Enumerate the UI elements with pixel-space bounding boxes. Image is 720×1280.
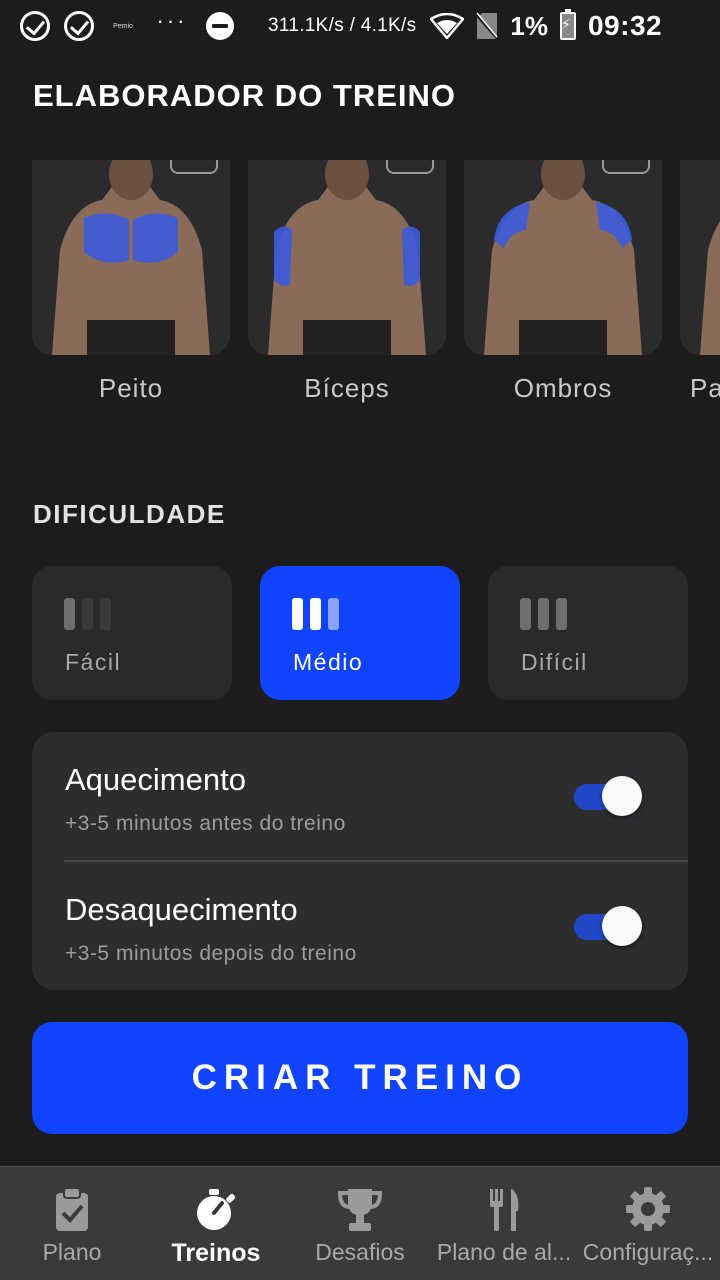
muscle-card-shoulders[interactable]: Ombros xyxy=(464,160,662,404)
cooldown-subtitle: +3-5 minutos depois do treino xyxy=(65,942,357,965)
page-title: ELABORADOR DO TREINO xyxy=(33,78,456,113)
task-check-icon xyxy=(20,11,50,41)
muscle-carousel[interactable]: Peito Bíceps Ombros Pa xyxy=(32,160,720,410)
warmup-title: Aquecimento xyxy=(65,762,246,797)
do-not-disturb-icon xyxy=(206,12,234,40)
cooldown-title: Desaquecimento xyxy=(65,892,298,927)
nav-label: Desafios xyxy=(315,1239,405,1265)
warmup-row[interactable]: Aquecimento +3-5 minutos antes do treino xyxy=(32,732,688,860)
difficulty-label: Fácil xyxy=(65,649,122,675)
trophy-icon xyxy=(337,1189,383,1231)
muscle-image-biceps xyxy=(248,160,446,355)
cooldown-row[interactable]: Desaquecimento +3-5 minutos depois do tr… xyxy=(32,862,688,990)
fork-knife-icon xyxy=(490,1189,519,1231)
muscle-image-shoulders xyxy=(464,160,662,355)
nav-item-settings[interactable]: Configuraç... xyxy=(576,1167,720,1280)
difficulty-label: Difícil xyxy=(521,649,588,675)
task-check-icon xyxy=(64,11,94,41)
muscle-card-biceps[interactable]: Bíceps xyxy=(248,160,446,404)
notification-app-label: Pemio xyxy=(113,22,133,30)
difficulty-level-icon xyxy=(64,598,111,630)
muscle-label: Bíceps xyxy=(304,373,390,403)
stopwatch-icon xyxy=(197,1189,236,1230)
muscle-select-checkbox[interactable] xyxy=(602,160,650,174)
clipboard-check-icon xyxy=(56,1187,88,1231)
status-bar: Pemio ··· 311.1K/s / 4.1K/s 1% 09:32 xyxy=(0,0,720,52)
gear-icon xyxy=(626,1187,670,1231)
difficulty-level-icon xyxy=(292,598,339,630)
warmup-subtitle: +3-5 minutos antes do treino xyxy=(65,812,346,835)
muscle-image-partial xyxy=(680,160,720,355)
network-speed: 311.1K/s / 4.1K/s xyxy=(268,15,417,36)
nav-label: Plano de al... xyxy=(436,1239,572,1265)
nav-item-plan[interactable]: Plano xyxy=(0,1167,144,1280)
muscle-label: Ombros xyxy=(513,373,613,403)
nav-item-challenges[interactable]: Desafios xyxy=(288,1167,432,1280)
nav-label: Plano xyxy=(42,1239,102,1265)
nav-item-meal-plan[interactable]: Plano de al... xyxy=(432,1167,576,1280)
difficulty-selector: Fácil Médio Difícil xyxy=(32,566,688,700)
difficulty-level-icon xyxy=(520,598,567,630)
muscle-card-partial[interactable]: Pa xyxy=(680,160,720,404)
difficulty-option-medium[interactable]: Médio xyxy=(260,566,460,700)
battery-percent: 1% xyxy=(510,10,548,41)
nav-label: Treinos xyxy=(171,1239,261,1267)
muscle-card-chest[interactable]: Peito xyxy=(32,160,230,404)
battery-charging-icon xyxy=(559,9,576,40)
difficulty-label: Médio xyxy=(293,649,364,675)
difficulty-option-easy[interactable]: Fácil xyxy=(32,566,232,700)
no-sim-icon xyxy=(476,12,499,40)
clock: 09:32 xyxy=(587,10,663,41)
more-notifications-icon: ··· xyxy=(156,8,188,33)
bottom-navigation: Plano Treinos Desafios Plano de al... Co… xyxy=(0,1166,720,1280)
difficulty-title: DIFICULDADE xyxy=(33,499,226,529)
muscle-select-checkbox[interactable] xyxy=(386,160,434,174)
muscle-label: Pa xyxy=(690,373,720,403)
muscle-label: Peito xyxy=(98,373,164,403)
cooldown-toggle[interactable] xyxy=(574,906,642,946)
nav-item-workouts[interactable]: Treinos xyxy=(144,1167,288,1280)
create-workout-button[interactable]: CRIAR TREINO xyxy=(32,1022,688,1134)
warmup-toggle[interactable] xyxy=(574,776,642,816)
nav-label: Configuraç... xyxy=(582,1239,714,1265)
workout-options-card: Aquecimento +3-5 minutos antes do treino… xyxy=(32,732,688,990)
muscle-image-chest xyxy=(32,160,230,355)
difficulty-option-hard[interactable]: Difícil xyxy=(488,566,688,700)
wifi-icon xyxy=(430,13,465,39)
muscle-select-checkbox[interactable] xyxy=(170,160,218,174)
